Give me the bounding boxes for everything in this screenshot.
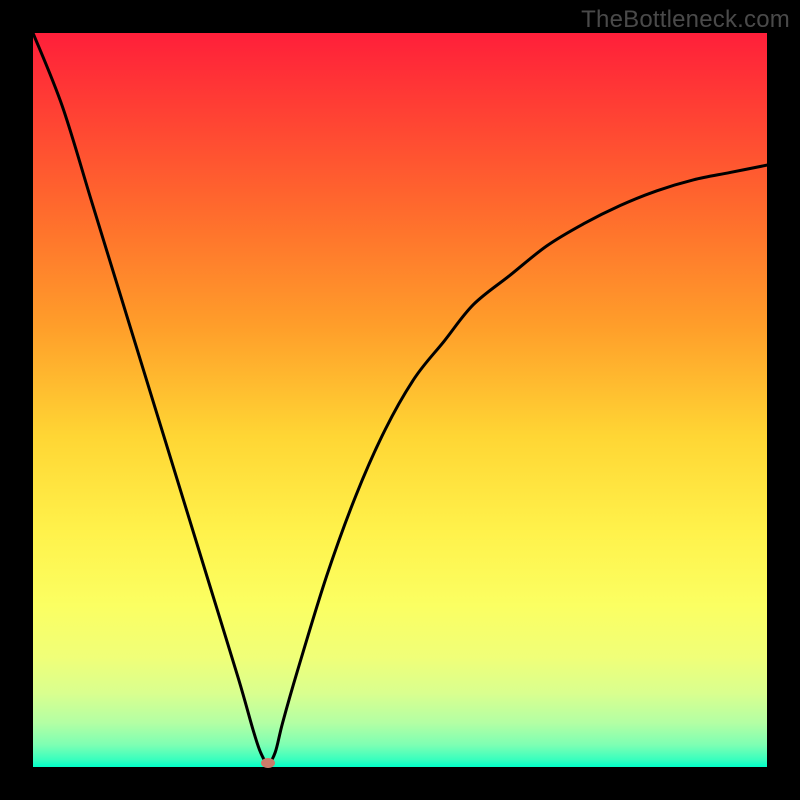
watermark-text: TheBottleneck.com (581, 6, 790, 34)
chart-frame: TheBottleneck.com (0, 0, 800, 800)
plot-area (33, 33, 767, 767)
minimum-marker (261, 758, 275, 768)
bottleneck-curve (33, 33, 767, 767)
